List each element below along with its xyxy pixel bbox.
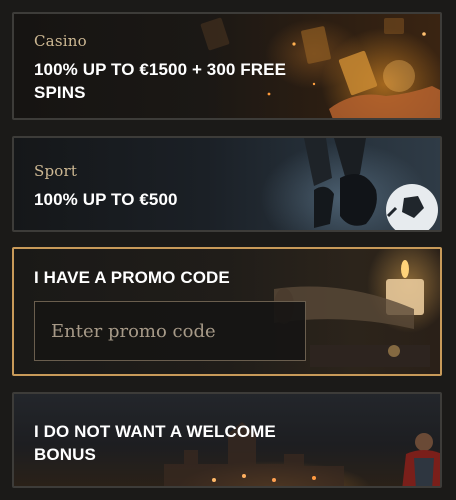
promo-code-input[interactable] <box>34 301 306 361</box>
no-bonus-title: I DO NOT WANT A WELCOME BONUS <box>34 422 276 464</box>
promo-code-title: I HAVE A PROMO CODE <box>34 268 230 287</box>
sport-offer-title: 100% UP TO €500 <box>34 190 178 209</box>
sport-bonus-card[interactable]: Sport 100% UP TO €500 <box>12 136 442 232</box>
no-welcome-bonus-card[interactable]: I DO NOT WANT A WELCOME BONUS <box>12 392 442 488</box>
casino-subtitle: Casino <box>34 32 87 50</box>
sport-subtitle: Sport <box>34 162 78 180</box>
promo-code-card[interactable]: I HAVE A PROMO CODE <box>12 247 442 376</box>
casino-offer-title: 100% UP TO €1500 + 300 FREE SPINS <box>34 60 287 102</box>
casino-bonus-card[interactable]: Casino 100% UP TO €1500 + 300 FREE SPINS <box>12 12 442 120</box>
